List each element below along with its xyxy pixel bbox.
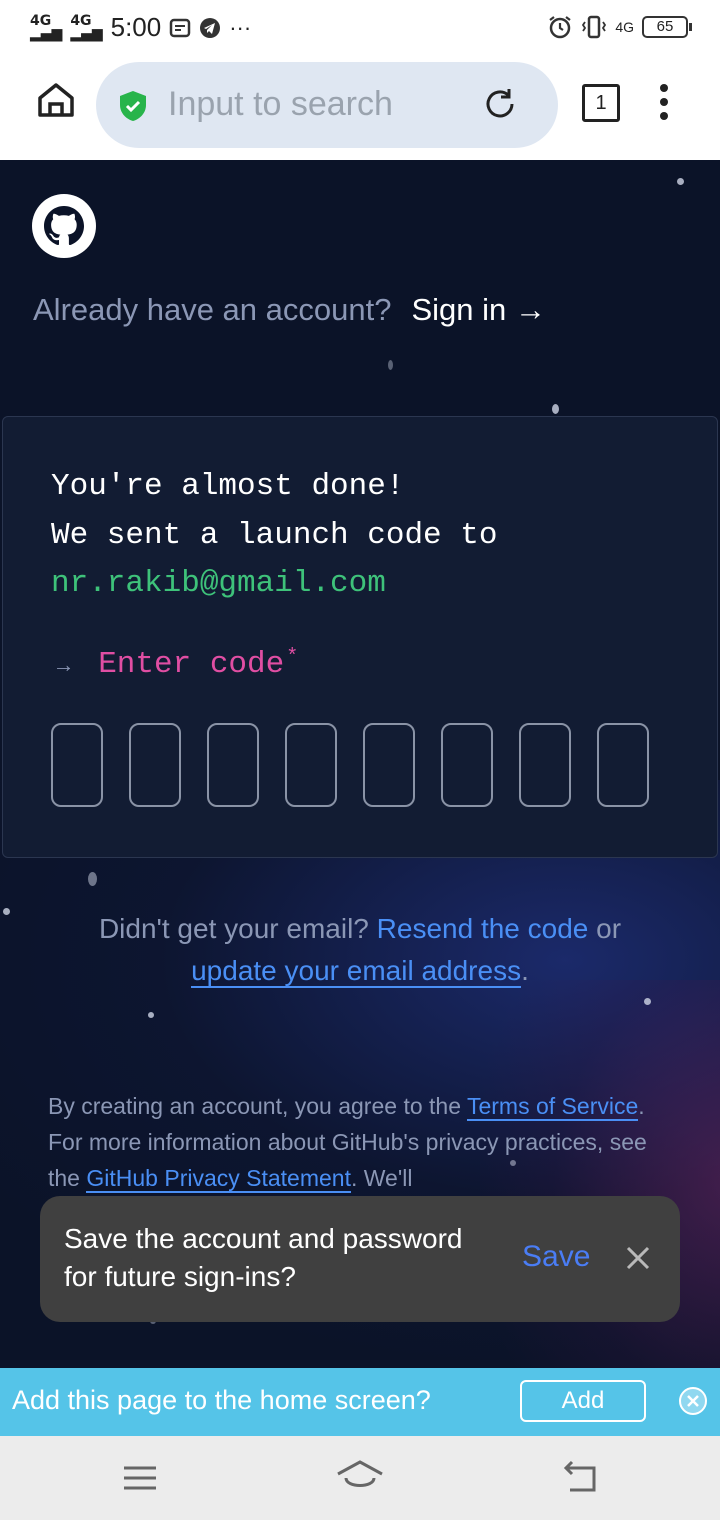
terms-part-1: By creating an account, you agree to the [48,1093,461,1119]
github-page: Already have an account? Sign in → You're… [0,160,720,1368]
add-button[interactable]: Add [520,1380,646,1422]
close-icon[interactable] [678,1386,708,1416]
battery-icon: 65 [642,16,692,38]
back-icon[interactable] [560,1458,600,1498]
email-address: nr.rakib@gmail.com [51,566,386,601]
signal-2: 4G ▂▄▆ [70,12,103,42]
terms-part-3: . We'll [350,1165,413,1191]
star [644,998,651,1005]
code-digit-2[interactable] [129,723,181,807]
code-digit-1[interactable] [51,723,103,807]
star [552,404,559,414]
network-type: 4G [615,19,634,35]
github-logo-icon[interactable] [32,194,96,258]
home-nav-icon[interactable] [336,1458,384,1498]
recents-menu-icon[interactable] [120,1458,160,1498]
code-digit-7[interactable] [519,723,571,807]
code-digit-8[interactable] [597,723,649,807]
more-notifications: ··· [229,14,252,40]
signal-1: 4G ▂▄▆ [30,12,63,42]
card-heading: You're almost done! [51,469,405,504]
star [148,1012,154,1018]
resend-prompt: Didn't get your email? [98,913,369,944]
save-button[interactable]: Save [522,1240,590,1274]
shield-icon [120,91,146,121]
message-icon [169,18,191,37]
enter-code-label: → Enter code * [57,646,299,682]
arrow-right-icon: → [57,654,71,679]
verification-card: You're almost done! We sent a launch cod… [2,416,718,858]
add-to-home-bar: Add this page to the home screen? Add [0,1368,720,1436]
terms-text: By creating an account, you agree to the… [48,1088,668,1196]
code-digit-4[interactable] [285,723,337,807]
signin-link[interactable]: Sign in → [411,292,545,327]
star [388,360,393,370]
resend-or: or [596,913,622,944]
resend-period: . [521,955,529,986]
vibrate-icon [582,15,607,39]
code-input-group [51,723,649,807]
code-digit-5[interactable] [363,723,415,807]
update-email-link[interactable]: update your email address [191,955,522,988]
alarm-icon [549,16,571,39]
star [88,872,97,886]
privacy-statement-link[interactable]: GitHub Privacy Statement [86,1165,351,1193]
signin-row: Already have an account? Sign in → [33,292,546,328]
home-icon[interactable] [36,80,76,120]
status-bar: 4G ▂▄▆ 4G ▂▄▆ 5:00 ··· 4G 65 [0,0,720,58]
menu-dots-icon[interactable] [652,82,676,122]
enter-code-text: Enter code [98,647,285,682]
signin-prompt: Already have an account? [33,292,392,327]
reload-icon[interactable] [482,86,518,122]
tab-switcher-button[interactable]: 1 [582,84,620,122]
card-subheading: We sent a launch code to [51,518,498,553]
browser-toolbar: 1 [0,58,720,160]
resend-section: Didn't get your email? Resend the code o… [0,908,720,992]
address-bar[interactable] [96,62,558,148]
code-digit-6[interactable] [441,723,493,807]
search-input[interactable] [166,84,470,125]
toast-message: Save the account and password for future… [64,1223,463,1292]
star [677,178,684,185]
code-digit-3[interactable] [207,723,259,807]
save-password-toast: Save the account and password for future… [40,1196,680,1322]
system-nav-bar [0,1436,720,1520]
resend-code-link[interactable]: Resend the code [377,913,589,944]
add-home-message: Add this page to the home screen? [12,1385,431,1415]
telegram-icon [200,17,221,38]
terms-of-service-link[interactable]: Terms of Service [466,1093,639,1121]
clock: 5:00 [110,12,162,42]
close-icon[interactable] [624,1244,652,1272]
required-mark: * [286,646,299,669]
